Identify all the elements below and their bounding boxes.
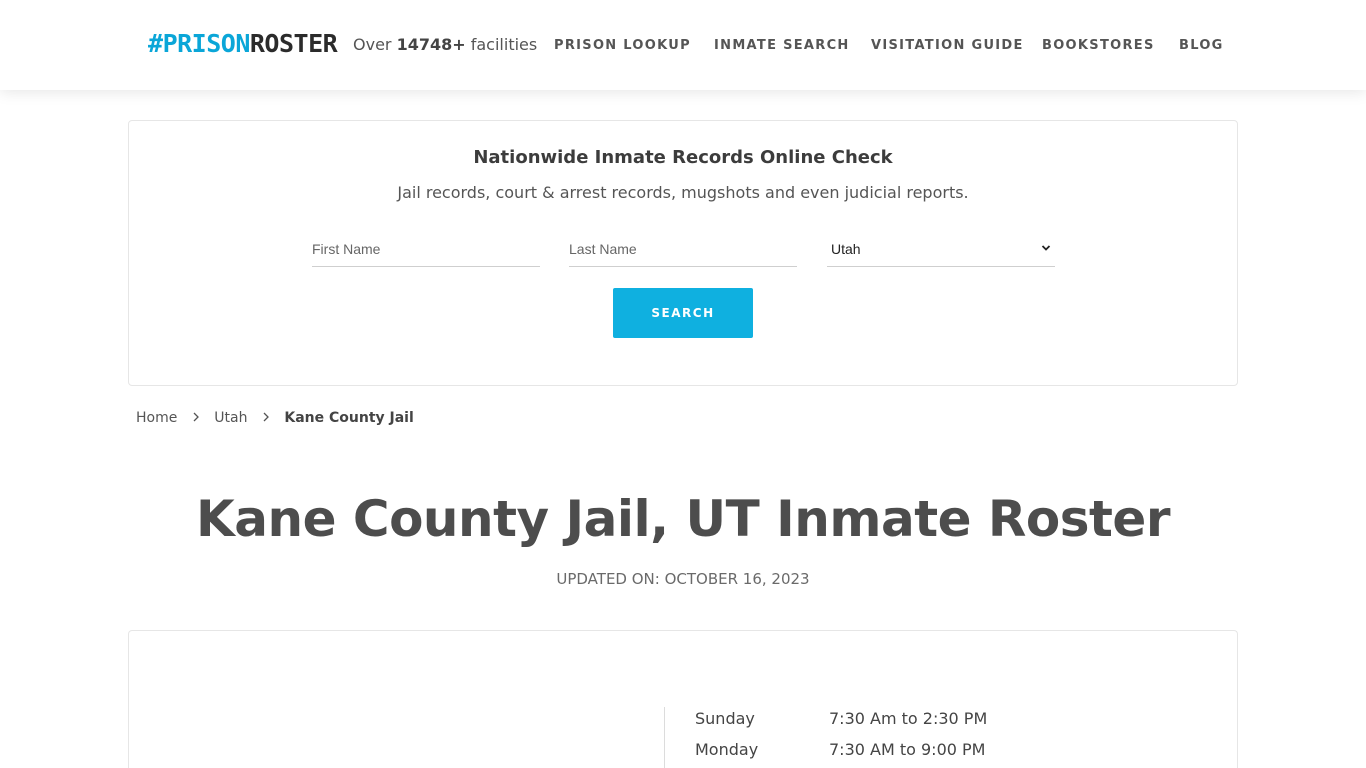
logo-roster: ROSTER <box>249 29 338 58</box>
last-name-field-wrap <box>569 231 797 267</box>
state-field-wrap: Utah <box>827 231 1055 267</box>
state-select-value: Utah <box>831 241 861 257</box>
chevron-down-icon <box>1041 245 1051 251</box>
nav-bookstores[interactable]: BOOKSTORES <box>1042 38 1155 54</box>
nav-inmate-search[interactable]: INMATE SEARCH <box>714 38 850 54</box>
site-logo[interactable]: #PRISONROSTER <box>148 29 338 59</box>
hours-time: 7:30 Am to 2:30 PM <box>829 709 988 728</box>
first-name-input[interactable] <box>312 231 540 266</box>
updated-date: UPDATED ON: OCTOBER 16, 2023 <box>556 570 810 588</box>
facilities-count: 14748+ <box>396 35 466 54</box>
search-card-subtitle: Jail records, court & arrest records, mu… <box>397 183 969 202</box>
facilities-count-text: Over 14748+ facilities <box>353 35 537 55</box>
facilities-prefix: Over <box>353 35 397 54</box>
breadcrumb-state[interactable]: Utah <box>214 410 247 426</box>
inmate-search-card: Nationwide Inmate Records Online Check J… <box>128 120 1238 386</box>
logo-prison: PRISON <box>162 29 251 58</box>
chevron-right-icon <box>193 412 199 422</box>
search-button[interactable]: SEARCH <box>613 288 753 338</box>
hours-day: Monday <box>695 740 759 759</box>
column-divider <box>664 707 665 768</box>
hours-day: Sunday <box>695 709 755 728</box>
search-card-title: Nationwide Inmate Records Online Check <box>473 147 893 168</box>
state-select[interactable]: Utah <box>827 231 1055 266</box>
site-header: #PRISONROSTER Over 14748+ facilities PRI… <box>0 0 1366 90</box>
hours-time: 7:30 AM to 9:00 PM <box>829 740 986 759</box>
last-name-input[interactable] <box>569 231 797 266</box>
logo-hash: # <box>148 29 163 58</box>
facility-info-card: Sunday 7:30 Am to 2:30 PM Monday 7:30 AM… <box>128 630 1238 768</box>
nav-visitation-guide[interactable]: VISITATION GUIDE <box>871 38 1024 54</box>
nav-prison-lookup[interactable]: PRISON LOOKUP <box>554 38 691 54</box>
facilities-suffix: facilities <box>465 35 538 54</box>
page-title: Kane County Jail, UT Inmate Roster <box>195 490 1171 548</box>
breadcrumb: Home Utah Kane County Jail <box>136 408 414 428</box>
chevron-right-icon <box>263 412 269 422</box>
first-name-field-wrap <box>312 231 540 267</box>
breadcrumb-current: Kane County Jail <box>284 410 414 426</box>
breadcrumb-home[interactable]: Home <box>136 410 177 426</box>
nav-blog[interactable]: BLOG <box>1179 38 1224 54</box>
